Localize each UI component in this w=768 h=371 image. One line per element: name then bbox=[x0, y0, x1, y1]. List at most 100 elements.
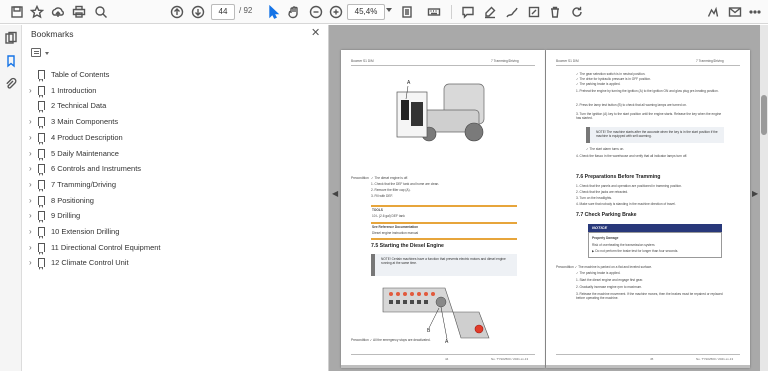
bookmark-item[interactable]: › 3 Main Components bbox=[22, 115, 328, 130]
bookmark-icon bbox=[38, 164, 45, 177]
bookmark-item[interactable]: › 8 Positioning bbox=[22, 194, 328, 208]
chevron-right-icon[interactable]: › bbox=[29, 149, 32, 159]
attachments-icon[interactable] bbox=[2, 75, 20, 93]
account-icon[interactable] bbox=[704, 3, 722, 21]
bookmark-label: 8 Positioning bbox=[51, 195, 94, 205]
bookmark-icon bbox=[38, 211, 45, 224]
page-header-left: Boomer S1 D/M bbox=[351, 59, 374, 63]
step-1: 1. Check that the DEF tank and home are … bbox=[371, 182, 440, 186]
document-viewer[interactable]: ◀ ▶ Boomer S1 D/M 7 Tramming/Driving A P… bbox=[329, 25, 768, 371]
bookmark-item[interactable]: 2 Technical Data bbox=[22, 99, 328, 114]
draw-icon[interactable] bbox=[503, 3, 521, 21]
page-header-right: 7 Tramming/Driving bbox=[491, 59, 519, 63]
control-panel-figure: B A bbox=[382, 287, 490, 345]
zoom-search-icon[interactable] bbox=[92, 3, 110, 21]
notice-line: Property Damage bbox=[592, 236, 619, 240]
step-2: 2. Remove the filler cap (A). bbox=[371, 188, 411, 192]
note-box: NOTE! Certain machines have a function t… bbox=[371, 254, 517, 276]
bookmark-item[interactable]: › 11 Directional Control Equipment bbox=[22, 241, 328, 255]
zoom-level-input[interactable]: 45,4% bbox=[347, 4, 385, 20]
toolbar-divider bbox=[451, 5, 452, 19]
reference-table-title: See Reference Documentation bbox=[372, 225, 419, 229]
footer-doc-number: No. TYS02500 / 2021-xx-13 bbox=[491, 357, 529, 361]
bookmark-item[interactable]: › 10 Extension Drilling bbox=[22, 225, 328, 239]
vertical-scrollbar[interactable] bbox=[760, 25, 768, 371]
bookmark-options-button[interactable] bbox=[30, 46, 52, 58]
bookmark-item[interactable]: Table of Contents bbox=[22, 68, 328, 82]
precondition-line: ✓ The gear selection switch is in neutra… bbox=[576, 72, 646, 76]
delete-icon[interactable] bbox=[546, 3, 564, 21]
step-3: 3. Turn on the headlights. bbox=[576, 196, 612, 200]
page-thumbnails-icon[interactable] bbox=[2, 29, 20, 47]
header-rule bbox=[351, 65, 535, 66]
bookmark-label: 6 Controls and Instruments bbox=[51, 164, 142, 174]
zoom-out-icon[interactable] bbox=[307, 3, 325, 21]
bookmark-item[interactable]: › 6 Controls and Instruments bbox=[22, 162, 328, 177]
chevron-right-icon[interactable]: › bbox=[29, 164, 32, 174]
step-3: 3. Turn the ignition (A) key to the star… bbox=[576, 112, 722, 120]
bookmark-item[interactable]: › 1 Introduction bbox=[22, 84, 328, 98]
comment-icon[interactable] bbox=[459, 3, 477, 21]
bookmark-icon bbox=[38, 132, 45, 145]
rotate-icon[interactable] bbox=[568, 3, 586, 21]
bookmark-item[interactable]: › 9 Drilling bbox=[22, 209, 328, 224]
footer-rule bbox=[556, 354, 740, 355]
page-number-input[interactable]: 44 bbox=[211, 4, 235, 20]
zoom-dropdown-icon[interactable] bbox=[386, 8, 392, 12]
select-cursor-icon[interactable] bbox=[264, 3, 282, 21]
chevron-right-icon[interactable]: › bbox=[29, 196, 32, 206]
bookmark-item[interactable]: › 5 Daily Maintenance bbox=[22, 147, 328, 161]
fill-sign-icon[interactable] bbox=[525, 3, 543, 21]
bookmark-label: 12 Climate Control Unit bbox=[51, 258, 129, 268]
upload-icon[interactable] bbox=[49, 3, 67, 21]
highlight-icon[interactable] bbox=[481, 3, 499, 21]
bookmarks-panel-icon[interactable] bbox=[2, 52, 20, 70]
bookmark-item[interactable]: › 7 Tramming/Driving bbox=[22, 178, 328, 192]
table-rule bbox=[371, 238, 517, 240]
zoom-in-icon[interactable] bbox=[327, 3, 345, 21]
bookmark-label: 9 Drilling bbox=[51, 211, 81, 221]
keyboard-icon[interactable] bbox=[425, 3, 443, 21]
panel-title: Bookmarks bbox=[31, 29, 74, 39]
bookmark-label: 11 Directional Control Equipment bbox=[51, 242, 161, 252]
chevron-right-icon[interactable]: › bbox=[29, 258, 32, 268]
save-icon[interactable] bbox=[8, 3, 26, 21]
more-icon[interactable] bbox=[746, 3, 764, 21]
scrollbar-thumb[interactable] bbox=[761, 95, 767, 135]
notice-header: NOTICE bbox=[588, 224, 722, 232]
email-icon[interactable] bbox=[726, 3, 744, 21]
bookmark-star-icon[interactable] bbox=[28, 3, 46, 21]
fit-page-icon[interactable] bbox=[398, 3, 416, 21]
bookmark-icon bbox=[38, 117, 45, 130]
bookmark-item[interactable]: › 12 Climate Control Unit bbox=[22, 256, 328, 271]
chevron-right-icon[interactable]: › bbox=[29, 243, 32, 253]
next-page-arrow[interactable]: ▶ bbox=[752, 189, 758, 198]
chevron-right-icon[interactable]: › bbox=[29, 227, 32, 237]
precondition-text: ✓ The diesel engine is off. bbox=[371, 176, 409, 180]
step-1: 1. Preheat the engine by turning the ign… bbox=[576, 89, 719, 93]
previous-page-arrow[interactable]: ◀ bbox=[332, 189, 338, 198]
chevron-right-icon[interactable]: › bbox=[29, 211, 32, 221]
notice-title: NOTICE bbox=[592, 225, 608, 230]
tools-table-title: TOOLS bbox=[372, 208, 383, 212]
step-2: 2. Check that the jacks are retracted. bbox=[576, 190, 629, 194]
bookmark-label: 7 Tramming/Driving bbox=[51, 179, 117, 189]
print-icon[interactable] bbox=[70, 3, 88, 21]
section-heading: 7.5 Starting the Diesel Engine bbox=[371, 243, 444, 249]
chevron-right-icon[interactable]: › bbox=[29, 133, 32, 143]
footer-rule bbox=[351, 354, 535, 355]
close-icon[interactable]: ✕ bbox=[311, 27, 320, 39]
chevron-right-icon[interactable]: › bbox=[29, 180, 32, 190]
prev-page-icon[interactable] bbox=[168, 3, 186, 21]
section-heading: 7.6 Preparations Before Tramming bbox=[576, 174, 661, 180]
next-page-icon[interactable] bbox=[189, 3, 207, 21]
step-4: 4. Check the fiasco in the warehouse and… bbox=[576, 154, 688, 158]
hand-icon[interactable] bbox=[285, 3, 303, 21]
chevron-right-icon[interactable]: › bbox=[29, 86, 32, 96]
tools-table-row: 10 L (2.6 gal) DEF tank bbox=[372, 214, 405, 218]
list-options-icon bbox=[31, 48, 41, 57]
chevron-right-icon[interactable]: › bbox=[29, 117, 32, 127]
bookmark-icon bbox=[38, 195, 45, 208]
step-2: 2. Gradually increase engine rpm to maxi… bbox=[576, 285, 643, 289]
bookmark-item[interactable]: › 4 Product Description bbox=[22, 131, 328, 145]
